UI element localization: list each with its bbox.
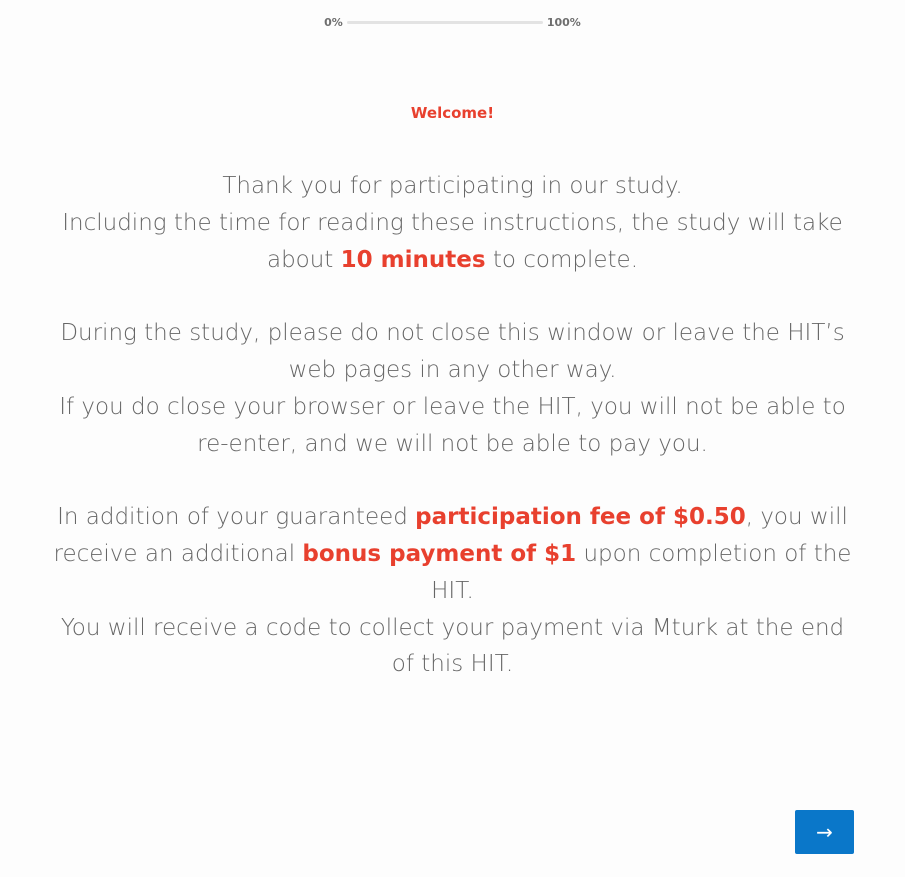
warning-text-2: If you do close your browser or leave th… — [59, 393, 846, 457]
warning-paragraph: During the study, please do not close th… — [50, 315, 855, 462]
arrow-right-icon: → — [816, 820, 833, 844]
instructions-text: Thank you for participating in our study… — [50, 168, 855, 683]
participation-fee-highlight: participation fee of $0.50 — [415, 504, 746, 531]
warning-text-1: During the study, please do not close th… — [60, 320, 845, 383]
intro-paragraph: Thank you for participating in our study… — [50, 168, 855, 278]
progress-end-label: 100% — [546, 16, 581, 29]
progress-start-label: 0% — [324, 16, 343, 29]
payment-text-before: In addition of your guaranteed — [57, 504, 416, 531]
next-button[interactable]: → — [795, 810, 854, 854]
bonus-payment-highlight: bonus payment of $1 — [302, 540, 577, 567]
study-page: 0% 100% Welcome! Thank you for participa… — [0, 0, 905, 877]
progress-bar: 0% 100% — [0, 16, 905, 29]
progress-track — [346, 21, 543, 24]
duration-text-after: to complete. — [485, 246, 639, 273]
payment-paragraph: In addition of your guaranteed participa… — [50, 499, 855, 683]
payment-code-text: You will receive a code to collect your … — [60, 614, 845, 678]
thanks-text: Thank you for participating in our study… — [222, 173, 683, 199]
duration-highlight: 10 minutes — [340, 246, 486, 273]
welcome-heading: Welcome! — [410, 104, 495, 122]
